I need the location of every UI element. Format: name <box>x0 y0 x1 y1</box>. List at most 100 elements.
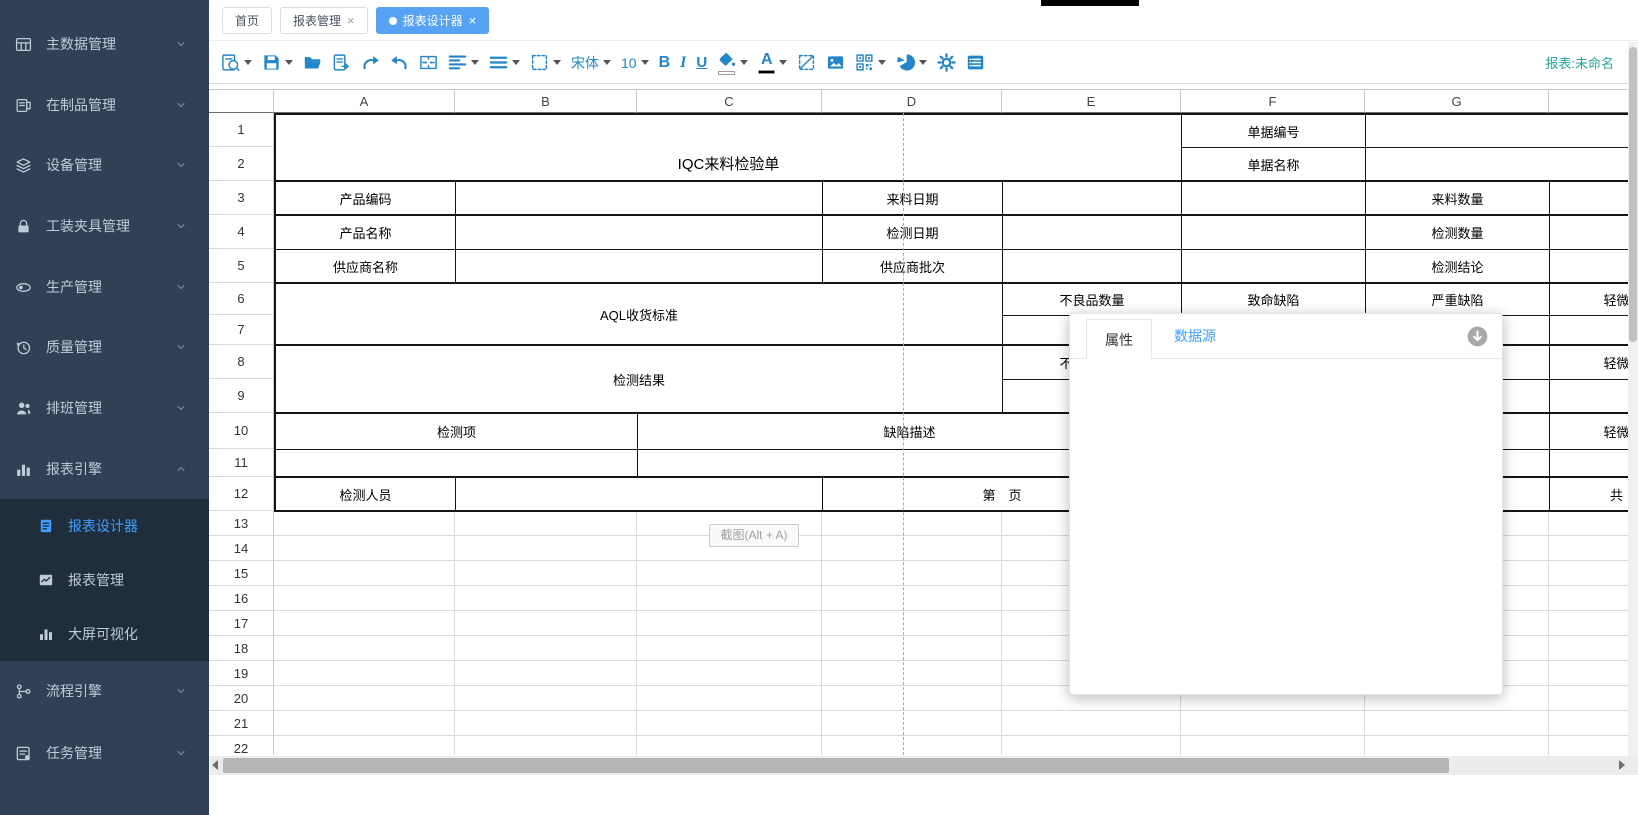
cell-A5[interactable]: 供应商名称 <box>274 249 456 284</box>
cell-C15[interactable] <box>637 561 822 586</box>
row-header-4[interactable]: 4 <box>209 215 274 249</box>
column-header-E[interactable]: E <box>1002 89 1181 113</box>
preview-button[interactable] <box>219 50 254 75</box>
cell-E21[interactable] <box>1002 711 1181 736</box>
row-header-11[interactable]: 11 <box>209 449 274 477</box>
cell-E22[interactable] <box>1002 736 1181 755</box>
tab-datasource[interactable]: 数据源 <box>1174 314 1216 359</box>
sidebar-item-2[interactable]: 设备管理 <box>0 135 209 195</box>
cell-A3[interactable]: 产品编码 <box>274 181 456 216</box>
cell-H14[interactable] <box>1549 536 1628 561</box>
row-header-20[interactable]: 20 <box>209 686 274 711</box>
cell-A15[interactable] <box>274 561 455 586</box>
cell-H4[interactable] <box>1549 215 1628 250</box>
cell-A21[interactable] <box>274 711 455 736</box>
vertical-scroll-thumb[interactable] <box>1629 47 1637 342</box>
cell-B12[interactable] <box>455 477 823 512</box>
cell-G6[interactable]: 严重缺陷 <box>1365 283 1550 316</box>
font-size-select[interactable]: 10 <box>619 52 651 74</box>
column-header-C[interactable]: C <box>637 89 822 113</box>
cell-H18[interactable] <box>1549 636 1628 661</box>
clear-border-button[interactable] <box>795 50 818 75</box>
cell-F22[interactable] <box>1181 736 1365 755</box>
sidebar-subitem-0[interactable]: 报表设计器 <box>0 499 209 553</box>
cell-H17[interactable] <box>1549 611 1628 636</box>
cell-B15[interactable] <box>455 561 637 586</box>
cell-H20[interactable] <box>1549 686 1628 711</box>
row-header-7[interactable]: 7 <box>209 315 274 345</box>
cell-D15[interactable] <box>822 561 1002 586</box>
cell-A10[interactable]: 检测项 <box>274 413 638 450</box>
cell-H13[interactable] <box>1549 511 1628 536</box>
cell-D19[interactable] <box>822 661 1002 686</box>
cell-E6[interactable]: 不良品数量 <box>1002 283 1182 316</box>
cell-C18[interactable] <box>637 636 822 661</box>
cell-D13[interactable] <box>822 511 1002 536</box>
close-tab-icon[interactable]: × <box>347 14 355 27</box>
cell-B5[interactable] <box>455 249 823 284</box>
column-header-B[interactable]: B <box>455 89 637 113</box>
cell-D3[interactable]: 来料日期 <box>822 181 1003 216</box>
gear-button[interactable] <box>935 50 958 75</box>
cell-H22[interactable] <box>1549 736 1628 755</box>
tab-properties[interactable]: 属性 <box>1086 319 1152 359</box>
cell-F1[interactable]: 单据编号 <box>1181 113 1366 148</box>
cell-H11[interactable] <box>1549 449 1628 478</box>
cell-H3[interactable] <box>1549 181 1628 216</box>
align-button[interactable] <box>446 50 481 75</box>
cell-D17[interactable] <box>822 611 1002 636</box>
scroll-left-icon[interactable] <box>212 760 218 770</box>
undo-button[interactable] <box>388 50 411 75</box>
cell-F2[interactable]: 单据名称 <box>1181 147 1366 182</box>
cell-A20[interactable] <box>274 686 455 711</box>
save-button[interactable] <box>260 50 295 75</box>
cell-B4[interactable] <box>455 215 823 250</box>
prop-list-button[interactable] <box>964 50 987 75</box>
row-header-22[interactable]: 22 <box>209 736 274 755</box>
underline-button[interactable]: U <box>694 51 709 74</box>
pie-chart-button[interactable] <box>894 50 929 75</box>
cell-H9[interactable] <box>1549 379 1628 414</box>
cell-G22[interactable] <box>1365 736 1549 755</box>
cell-H10[interactable]: 轻微缺陷 <box>1549 413 1628 450</box>
column-header-H[interactable] <box>1549 89 1628 113</box>
bold-button[interactable]: B <box>657 51 673 75</box>
sidebar-item-7[interactable]: 报表引擎 <box>0 439 209 499</box>
cell-E5[interactable] <box>1002 249 1182 284</box>
column-header-A[interactable]: A <box>274 89 455 113</box>
close-tab-icon[interactable]: × <box>469 14 477 27</box>
row-header-9[interactable]: 9 <box>209 379 274 413</box>
sidebar-subitem-1[interactable]: 报表管理 <box>0 553 209 607</box>
cell-A16[interactable] <box>274 586 455 611</box>
cell-A13[interactable] <box>274 511 455 536</box>
cell-H12[interactable]: 共 页 <box>1549 477 1628 512</box>
column-header-F[interactable]: F <box>1181 89 1365 113</box>
sidebar-item-4[interactable]: 生产管理 <box>0 257 209 317</box>
cell-F6[interactable]: 致命缺陷 <box>1181 283 1366 316</box>
cell-B16[interactable] <box>455 586 637 611</box>
sidebar-item-1[interactable]: 在制品管理 <box>0 75 209 135</box>
cell-D20[interactable] <box>822 686 1002 711</box>
cell-D22[interactable] <box>822 736 1002 755</box>
font-family-select[interactable]: 宋体 <box>569 50 613 76</box>
row-header-12[interactable]: 12 <box>209 477 274 511</box>
tab-2[interactable]: 报表设计器× <box>376 7 490 34</box>
row-header-5[interactable]: 5 <box>209 249 274 283</box>
cell-B18[interactable] <box>455 636 637 661</box>
cell-A6[interactable]: AQL收货标准 <box>274 283 1003 346</box>
cell-F5[interactable] <box>1181 249 1366 284</box>
row-header-6[interactable]: 6 <box>209 283 274 315</box>
cell-B21[interactable] <box>455 711 637 736</box>
cell-H16[interactable] <box>1549 586 1628 611</box>
cell-D21[interactable] <box>822 711 1002 736</box>
horizontal-scroll-thumb[interactable] <box>223 758 1449 773</box>
cell-G3[interactable]: 来料数量 <box>1365 181 1550 216</box>
cell-A11[interactable] <box>274 449 638 478</box>
cell-D14[interactable] <box>822 536 1002 561</box>
row-header-13[interactable]: 13 <box>209 511 274 536</box>
scroll-right-icon[interactable] <box>1619 760 1625 770</box>
row-header-8[interactable]: 8 <box>209 345 274 379</box>
cell-G21[interactable] <box>1365 711 1549 736</box>
sidebar-item-8[interactable]: 流程引擎 <box>0 661 209 721</box>
row-header-14[interactable]: 14 <box>209 536 274 561</box>
